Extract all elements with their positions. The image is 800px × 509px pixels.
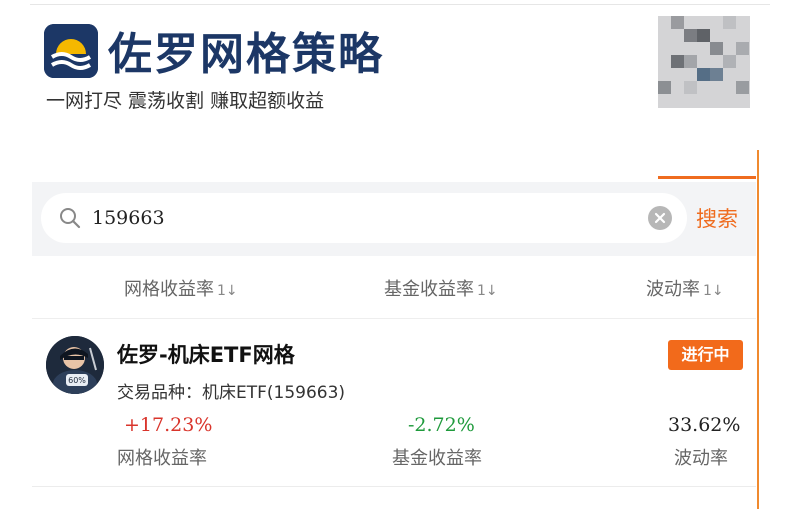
search-icon (58, 206, 82, 230)
fund-return-value: -2.72% (408, 414, 475, 436)
sort-arrow-icon: 1↓ (477, 283, 498, 299)
slogan: 一网打尽 震荡收割 赚取超额收益 (46, 90, 325, 112)
fund-return-label: 基金收益率 (392, 448, 482, 469)
sort-label: 基金收益率 (384, 279, 474, 300)
volatility-label: 波动率 (674, 448, 728, 469)
volatility-value: 33.62% (668, 414, 741, 436)
divider (32, 486, 756, 487)
clear-icon[interactable] (648, 206, 672, 230)
sort-fund-return[interactable]: 基金收益率 1↓ (384, 275, 498, 301)
search-button[interactable]: 搜索 (696, 203, 738, 233)
right-accent-edge (757, 150, 759, 509)
user-avatar[interactable] (658, 16, 750, 108)
sort-arrow-icon: 1↓ (703, 283, 724, 299)
search-input[interactable] (92, 203, 612, 233)
sort-volatility[interactable]: 波动率 1↓ (646, 275, 724, 301)
grid-return-label: 网格收益率 (117, 448, 207, 469)
strategy-avatar[interactable]: 60% (46, 336, 104, 394)
status-badge: 进行中 (668, 340, 743, 370)
grid-return-value: +17.23% (124, 414, 213, 436)
sort-label: 网格收益率 (124, 279, 214, 300)
trading-product: 交易品种：机床ETF(159663) (117, 383, 346, 403)
sort-arrow-icon: 1↓ (217, 283, 238, 299)
brand-title: 佐罗网格策略 (108, 29, 384, 80)
svg-text:60%: 60% (68, 376, 86, 385)
sort-label: 波动率 (646, 279, 700, 300)
sort-grid-return[interactable]: 网格收益率 1↓ (124, 275, 238, 301)
active-tab-indicator (658, 176, 756, 179)
divider (32, 318, 756, 319)
sunrise-logo-icon (44, 24, 98, 78)
strategy-title[interactable]: 佐罗-机床ETF网格 (117, 339, 295, 369)
top-border (30, 4, 770, 5)
